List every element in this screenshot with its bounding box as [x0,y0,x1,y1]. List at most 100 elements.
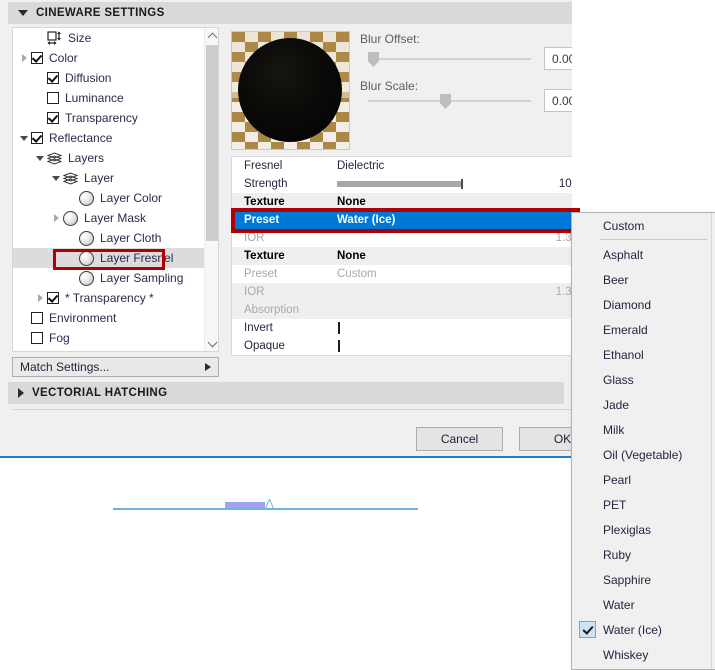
preset-menu-scroll-edge[interactable] [711,213,715,669]
preset-menu-item-ruby[interactable]: Ruby [572,542,715,567]
preset-menu-item-emerald[interactable]: Emerald [572,317,715,342]
property-value[interactable]: Custom [337,268,572,280]
checkbox-diffusion[interactable] [47,72,59,84]
layer-properties-panel[interactable]: Fresnel Dielectric Strength 100 Texture None P… [231,156,572,356]
preset-menu-item-water[interactable]: Water [572,592,715,617]
property-value[interactable]: Dielectric [337,160,572,172]
property-value[interactable]: 1.35 [337,286,572,298]
tree-item-transparency[interactable]: * Transparency * [13,288,204,308]
preset-menu-item-asphalt[interactable]: Asphalt [572,242,715,267]
property-value[interactable]: None [337,250,572,262]
blur-scale-slider[interactable] [368,93,531,109]
property-row[interactable]: IOR 1.35 [232,283,572,301]
section-header-cineware-settings[interactable]: CINEWARE SETTINGS [8,2,572,24]
blur-offset-slider[interactable] [368,51,531,67]
preset-menu-item-label: Diamond [603,297,652,312]
blur-scale-thumb[interactable] [440,94,451,109]
preset-menu-item-pet[interactable]: PET [572,492,715,517]
preset-menu-item-plexiglas[interactable]: Plexiglas [572,517,715,542]
section-header-vectorial-hatching[interactable]: VECTORIAL HATCHING [8,382,564,404]
preset-menu-item-pearl[interactable]: Pearl [572,467,715,492]
preset-menu-item-glass[interactable]: Glass [572,367,715,392]
tree-item-layer[interactable]: Layer [13,168,204,188]
blur-offset-input[interactable]: 0.00 [544,47,572,70]
checkbox-fog[interactable] [31,332,43,344]
tree-item-layers[interactable]: Layers [13,148,204,168]
preset-menu-item-custom[interactable]: Custom [572,213,715,238]
tree-scroll-down-button[interactable] [205,336,218,351]
property-checkbox[interactable] [338,322,340,334]
tree-item-color[interactable]: Color [13,48,204,68]
tree-vertical-scrollbar[interactable] [204,28,218,351]
checkbox-environment[interactable] [31,312,43,324]
tree-item-diffusion[interactable]: Diffusion [13,68,204,88]
checkbox-transparency[interactable] [47,292,59,304]
preset-menu-item-beer[interactable]: Beer [572,267,715,292]
tree-scroll-up-button[interactable] [205,28,218,43]
property-row[interactable]: Fresnel Dielectric [232,157,572,175]
tree-item-transparency[interactable]: Transparency [13,108,204,128]
property-row[interactable]: Strength 100 [232,175,572,193]
chevron-down-icon[interactable] [33,148,47,168]
checkbox-transparency[interactable] [47,112,59,124]
preset-menu-item-whiskey[interactable]: Whiskey [572,642,715,667]
property-row[interactable]: Texture None [232,247,572,265]
cancel-button[interactable]: Cancel [416,427,503,451]
chevron-right-icon[interactable] [17,48,31,68]
chevron-down-icon[interactable] [17,128,31,148]
preset-dropdown-menu[interactable]: Custom Asphalt Beer Diamond Emerald Ethanol Gl… [571,212,715,670]
property-value-cell [337,340,572,352]
chevron-right-icon[interactable] [33,288,47,308]
tree-item-environment[interactable]: Environment [13,308,204,328]
preset-menu-item-water-ice[interactable]: Water (Ice) [572,617,715,642]
tree-item-size[interactable]: Size [13,28,204,48]
preset-menu-item-milk[interactable]: Milk [572,417,715,442]
tree-item-label: Layer Mask [84,211,147,225]
property-row[interactable]: Invert [232,319,572,337]
checkbox-reflectance[interactable] [31,132,43,144]
checkbox-color[interactable] [31,52,43,64]
property-row[interactable]: Preset Water (Ice) [232,211,572,229]
tree-scroll-thumb[interactable] [206,45,218,241]
property-row[interactable]: Absorption 2 [232,301,572,319]
blur-offset-thumb[interactable] [368,52,379,67]
preset-menu-item-ethanol[interactable]: Ethanol [572,342,715,367]
tree-item-fog[interactable]: Fog [13,328,204,348]
tree-item-reflectance[interactable]: Reflectance [13,128,204,148]
property-slider[interactable]: 100 [337,175,572,193]
preset-menu-item-diamond[interactable]: Diamond [572,292,715,317]
material-preview-thumbnail[interactable] [231,31,350,150]
tree-item-layer-color[interactable]: Layer Color [13,188,204,208]
preset-menu-item-jade[interactable]: Jade [572,392,715,417]
property-row[interactable]: Preset Custom [232,265,572,283]
property-value[interactable]: Water (Ice) [337,214,572,226]
tree-item-layer-mask[interactable]: Layer Mask [13,208,204,228]
tree-item-layer-cloth[interactable]: Layer Cloth [13,228,204,248]
property-name: IOR [244,286,265,298]
property-checkbox[interactable] [338,340,340,352]
tree-item-label: Size [68,31,92,45]
chevron-up-icon [207,32,217,42]
property-row[interactable]: Texture None [232,193,572,211]
property-row[interactable]: Opaque [232,337,572,355]
property-row[interactable]: IOR 1.31 [232,229,572,247]
checkbox-luminance[interactable] [47,92,59,104]
chevron-right-icon[interactable] [49,208,63,228]
blur-scale-input[interactable]: 0.00 [544,89,572,112]
tree-item-layer-fresnel[interactable]: Layer Fresnel [13,248,204,268]
tree-item-layer-sampling[interactable]: Layer Sampling [13,268,204,288]
ok-button[interactable]: OK [519,427,572,451]
property-slider-handle[interactable] [461,179,463,189]
tree-item-luminance[interactable]: Luminance [13,88,204,108]
preset-menu-item-oil-vegetable[interactable]: Oil (Vegetable) [572,442,715,467]
footer-divider [12,409,572,410]
match-settings-button[interactable]: Match Settings... [12,357,219,377]
chevron-down-icon[interactable] [49,168,63,188]
sphere-icon [63,210,78,226]
property-value[interactable]: 2 [337,304,573,316]
property-value[interactable]: None [337,196,572,208]
material-channel-tree[interactable]: Size Color Diffusion Luminance Transparency R… [12,27,219,352]
preset-menu-item-sapphire[interactable]: Sapphire [572,567,715,592]
preset-menu-item-label: Oil (Vegetable) [603,447,683,462]
property-value[interactable]: 1.31 [337,232,572,244]
